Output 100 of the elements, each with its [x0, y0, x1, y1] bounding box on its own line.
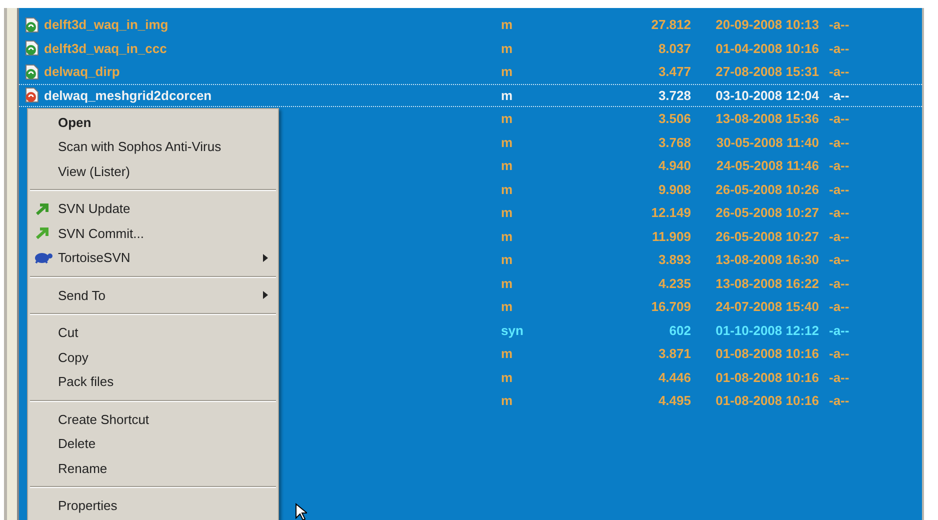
file-date: 13-08-2008 15:36	[714, 110, 819, 128]
file-icon	[25, 16, 39, 33]
file-date: 13-08-2008 16:30	[714, 251, 819, 269]
file-extension: m	[501, 16, 514, 34]
file-attributes: -a--	[829, 180, 850, 198]
file-extension: m	[501, 345, 514, 363]
mouse-pointer-icon	[295, 503, 307, 520]
file-date: 26-05-2008 10:27	[714, 228, 819, 246]
file-row[interactable]: delft3d_waq_in_img m 27.812 20-09-2008 10:13 -a--	[19, 13, 922, 36]
menu-item[interactable]: Rename	[28, 456, 278, 480]
file-attributes: -a--	[829, 86, 850, 104]
file-icon	[25, 40, 39, 56]
file-extension: m	[501, 204, 514, 222]
file-extension: m	[501, 157, 514, 175]
file-size: 3.768	[657, 134, 691, 152]
menu-item[interactable]: TortoiseSVN	[28, 246, 278, 270]
file-attributes: -a--	[829, 368, 850, 386]
file-attributes: -a--	[829, 16, 850, 34]
turtle-icon	[33, 250, 53, 265]
menu-item[interactable]: Copy	[28, 345, 278, 370]
file-date: 01-08-2008 10:16	[714, 368, 819, 386]
file-row[interactable]: m 16.709 24-07-2008 15:40 -a--	[501, 295, 850, 318]
menu-item[interactable]: Open	[28, 110, 278, 134]
file-size: 16.709	[650, 298, 691, 316]
arrow-icon	[35, 202, 51, 216]
file-size: 4.940	[657, 157, 691, 175]
file-row[interactable]: m 4.495 01-08-2008 10:16 -a--	[501, 389, 850, 412]
file-date: 26-05-2008 10:27	[714, 204, 819, 222]
file-size: 8.037	[657, 40, 691, 58]
file-row[interactable]: m 9.908 26-05-2008 10:26 -a--	[501, 178, 850, 201]
file-size: 3.477	[657, 63, 691, 81]
file-attributes: -a--	[829, 392, 850, 410]
menu-item[interactable]: View (Lister)	[28, 159, 278, 184]
file-attributes: -a--	[829, 251, 850, 269]
menu-item[interactable]: Pack files	[28, 370, 278, 394]
file-row[interactable]: m 3.893 13-08-2008 16:30 -a--	[501, 248, 850, 272]
menu-item[interactable]: Cut	[28, 320, 278, 345]
file-attributes: -a--	[829, 110, 850, 128]
file-attributes: -a--	[829, 345, 850, 363]
file-date: 01-10-2008 12:12	[714, 322, 819, 340]
file-extension: m	[501, 134, 514, 152]
menu-item[interactable]: SVN Update	[28, 196, 278, 221]
menu-item[interactable]: Send To	[28, 283, 278, 308]
file-name: delft3d_waq_in_img	[44, 16, 168, 34]
file-size: 12.149	[650, 204, 691, 222]
file-extension: syn	[501, 322, 524, 340]
menu-item[interactable]: SVN Commit...	[28, 221, 278, 246]
file-extension: m	[501, 368, 514, 386]
file-name: delwaq_meshgrid2dcorcen	[44, 86, 212, 105]
file-size: 27.812	[650, 16, 691, 34]
file-date: 01-04-2008 10:16	[714, 40, 819, 58]
file-row[interactable]: m 4.446 01-08-2008 10:16 -a--	[501, 366, 850, 389]
file-extension: m	[501, 228, 514, 246]
file-size: 4.235	[657, 274, 691, 292]
file-row[interactable]: m 3.871 01-08-2008 10:16 -a--	[501, 342, 850, 366]
file-date: 20-09-2008 10:13	[714, 16, 819, 34]
file-icon	[25, 64, 39, 80]
file-attributes: -a--	[829, 63, 850, 81]
file-attributes: -a--	[829, 157, 850, 175]
file-row[interactable]: m 3.506 13-08-2008 15:36 -a--	[501, 107, 850, 130]
file-size: 4.446	[657, 368, 691, 386]
file-attributes: -a--	[829, 298, 850, 316]
file-extension: m	[501, 180, 514, 198]
file-extension: m	[501, 392, 514, 410]
file-row[interactable]: delft3d_waq_in_ccc m 8.037 01-04-2008 10:16 -a--	[19, 36, 922, 60]
file-size: 3.871	[657, 345, 691, 363]
file-row[interactable]: delwaq_meshgrid2dcorcen m 3.728 03-10-2008 12:04 -a--	[19, 84, 922, 107]
file-attributes: -a--	[829, 228, 850, 246]
file-row[interactable]: syn 602 01-10-2008 12:12 -a--	[501, 318, 850, 342]
menu-item[interactable]: Delete	[28, 432, 278, 456]
menu-item[interactable]: Scan with Sophos Anti-Virus	[28, 134, 278, 159]
menu-item[interactable]: Create Shortcut	[28, 407, 278, 432]
file-size: 11.909	[650, 228, 691, 246]
file-size: 4.495	[657, 392, 691, 410]
file-row[interactable]: m 4.235 13-08-2008 16:22 -a--	[501, 272, 850, 295]
file-date: 26-05-2008 10:26	[714, 180, 819, 198]
file-date: 24-07-2008 15:40	[714, 298, 819, 316]
file-size: 3.893	[657, 251, 691, 269]
arrow-icon	[35, 226, 51, 240]
menu-item[interactable]: Properties	[28, 494, 278, 518]
file-extension: m	[501, 251, 514, 269]
file-attributes: -a--	[829, 322, 850, 340]
file-attributes: -a--	[829, 40, 850, 58]
file-row[interactable]: delwaq_dirp m 3.477 27-08-2008 15:31 -a--	[19, 60, 922, 84]
file-date: 27-08-2008 15:31	[714, 63, 819, 81]
file-row[interactable]: m 11.909 26-05-2008 10:27 -a--	[501, 224, 850, 248]
file-icon	[25, 87, 39, 104]
file-extension: m	[501, 63, 514, 81]
file-attributes: -a--	[829, 274, 850, 292]
file-date: 24-05-2008 11:46	[715, 157, 819, 175]
file-row[interactable]: m 12.149 26-05-2008 10:27 -a--	[501, 201, 850, 224]
file-size: 602	[668, 322, 691, 340]
file-extension: m	[501, 86, 514, 104]
file-row[interactable]: m 3.768 30-05-2008 11:40 -a--	[501, 130, 850, 154]
file-row[interactable]: m 4.940 24-05-2008 11:46 -a--	[501, 154, 850, 178]
file-date: 01-08-2008 10:16	[714, 392, 819, 410]
file-size: 9.908	[657, 180, 691, 198]
file-date: 13-08-2008 16:22	[714, 274, 819, 292]
file-date: 03-10-2008 12:04	[714, 86, 819, 104]
file-size: 3.728	[657, 86, 691, 104]
